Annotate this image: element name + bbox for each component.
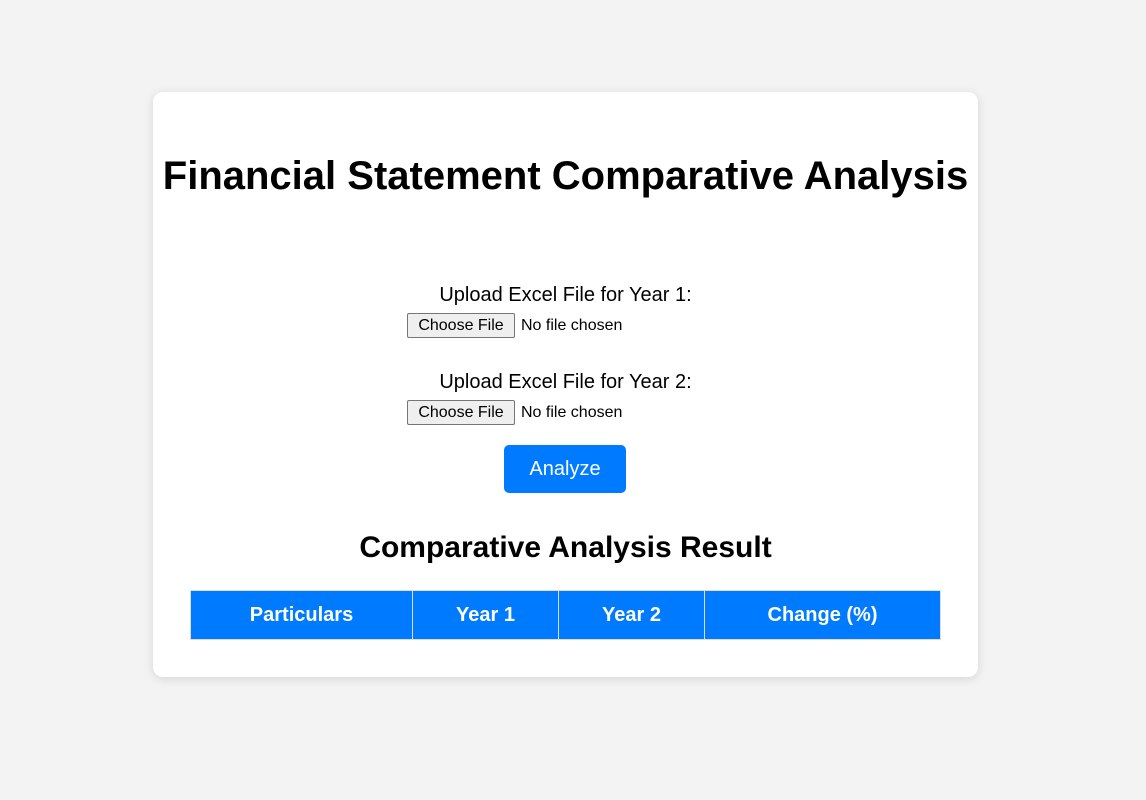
analyze-button[interactable]: Analyze bbox=[504, 445, 626, 493]
choose-file-button-year-2[interactable]: Choose File bbox=[407, 400, 515, 425]
result-table: Particulars Year 1 Year 2 Change (%) bbox=[190, 590, 941, 640]
column-header-change: Change (%) bbox=[704, 590, 941, 640]
upload-label-year-2: Upload Excel File for Year 2: bbox=[439, 371, 692, 393]
file-input-year-1[interactable]: Choose File No file chosen bbox=[407, 313, 622, 338]
page-title: Financial Statement Comparative Analysis bbox=[162, 154, 969, 198]
upload-label-year-1: Upload Excel File for Year 1: bbox=[439, 284, 692, 306]
column-header-year-1: Year 1 bbox=[412, 590, 559, 640]
column-header-particulars: Particulars bbox=[190, 590, 413, 640]
main-card: Financial Statement Comparative Analysis… bbox=[153, 92, 978, 677]
file-input-year-2[interactable]: Choose File No file chosen bbox=[407, 400, 622, 425]
column-header-year-2: Year 2 bbox=[558, 590, 705, 640]
table-header-row: Particulars Year 1 Year 2 Change (%) bbox=[190, 590, 941, 640]
file-status-year-2: No file chosen bbox=[521, 403, 623, 421]
choose-file-button-year-1[interactable]: Choose File bbox=[407, 313, 515, 338]
result-title: Comparative Analysis Result bbox=[359, 531, 772, 564]
file-status-year-1: No file chosen bbox=[521, 316, 623, 334]
